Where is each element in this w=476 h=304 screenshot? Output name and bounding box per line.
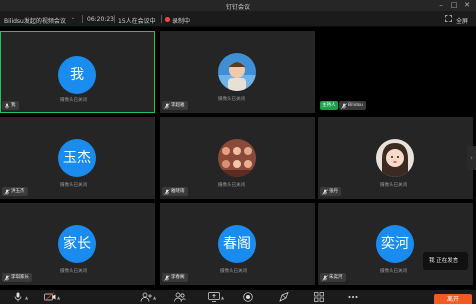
profile-photo-icon [218, 53, 256, 91]
profile-photo-icon [218, 139, 256, 177]
more-icon[interactable] [347, 292, 359, 302]
participant-nametag: 雅晓雨 [162, 187, 188, 196]
speaking-indicator: 我 正在发言 [423, 252, 468, 270]
microphone-muted-icon [164, 274, 170, 281]
participant-nametag: 李琪家长 [2, 273, 32, 282]
more-apps-icon[interactable] [313, 292, 325, 302]
avatar: 玉杰 [58, 139, 96, 177]
microphone-muted-icon [4, 274, 10, 281]
participant-tile[interactable]: 家长 摄像头已关闭 李琪家长 [0, 203, 155, 285]
camera-off-text: 摄像头已关闭 [218, 183, 245, 188]
avatar: 春阁 [218, 225, 256, 263]
avatar [218, 53, 256, 91]
participant-name: 张丹 [329, 189, 338, 194]
recording-dot-icon [165, 17, 170, 22]
camera-off-text: 摄像头已关闭 [60, 269, 87, 274]
camera-icon[interactable] [44, 292, 56, 302]
microphone-muted-icon [4, 188, 10, 195]
avatar [376, 139, 414, 177]
participant-nametag: 我 [2, 101, 19, 110]
participant-nametag: 李超雅 [162, 101, 188, 110]
avatar: 家长 [58, 225, 96, 263]
participant-name: 李琪家长 [11, 275, 29, 280]
participant-name: Bilidsu [348, 103, 363, 108]
fullscreen-label[interactable]: 全屏 [456, 16, 468, 25]
microphone-muted-icon [322, 274, 328, 281]
participant-tile[interactable]: 摄像头已关闭 雅晓雨 [160, 117, 315, 199]
meeting-name[interactable]: Bilidsu发起的视频会议 [4, 16, 66, 25]
participant-tile[interactable]: 我 摄像头已关闭 我 [0, 31, 155, 113]
minimize-icon[interactable]: – [436, 1, 446, 10]
chevron-up-icon[interactable]: ▲ [221, 295, 224, 300]
camera-off-text: 摄像头已关闭 [60, 98, 87, 103]
chevron-up-icon[interactable]: ▲ [153, 295, 156, 300]
microphone-muted-icon [164, 188, 170, 195]
participant-name: 朱奕河 [329, 275, 343, 280]
participant-tile[interactable]: 玉杰 摄像头已关闭 洪玉杰 [0, 117, 155, 199]
camera-off-text: 摄像头已关闭 [60, 183, 87, 188]
participant-nametag: 朱奕河 [320, 273, 346, 282]
avatar: 我 [58, 56, 96, 94]
profile-photo-icon [376, 139, 414, 177]
avatar [218, 139, 256, 177]
participant-name: 李春阁 [171, 275, 185, 280]
participant-name: 洪玉杰 [11, 189, 25, 194]
close-icon[interactable]: ✕ [462, 1, 472, 10]
fullscreen-icon[interactable] [445, 15, 452, 22]
participant-nametag: 张丹 [320, 187, 341, 196]
participant-tile[interactable]: 奕河 摄像头已关闭 朱奕河 [318, 203, 473, 285]
participant-name: 雅晓雨 [171, 189, 185, 194]
participant-nametag: Bilidsu [339, 101, 366, 110]
add-participant-icon[interactable] [140, 292, 152, 302]
participant-tile[interactable]: 摄像头已关闭 李超雅 [160, 31, 315, 113]
avatar: 奕河 [376, 225, 414, 263]
meeting-timer: 06:20:23 [87, 16, 114, 23]
window-title: 钉钉会议 [225, 4, 250, 11]
participants-icon[interactable] [174, 292, 186, 302]
microphone-muted-icon [322, 188, 328, 195]
camera-off-text: 摄像头已关闭 [380, 183, 407, 188]
divider [82, 15, 83, 23]
participant-tile[interactable]: 摄像头已关闭 张丹 [318, 117, 473, 199]
microphone-muted-icon [164, 102, 170, 109]
divider [114, 15, 115, 23]
window-title-bar: 钉钉会议 – □ ✕ [0, 0, 476, 11]
interact-icon[interactable] [278, 292, 290, 302]
participant-tile[interactable]: 春阁 摄像头已关闭 李春阁 [160, 203, 315, 285]
camera-off-text: 摄像头已关闭 [218, 97, 245, 102]
microphone-icon[interactable] [12, 292, 24, 302]
microphone-icon [4, 103, 10, 109]
chevron-down-icon[interactable]: ⌄ [71, 15, 75, 21]
divider [161, 15, 162, 23]
next-page-arrow-icon[interactable]: › [467, 146, 476, 170]
participant-nametag: 洪玉杰 [2, 187, 28, 196]
speaking-text: 我 正在发言 [429, 258, 459, 264]
participant-nametag: 李春阁 [162, 273, 188, 282]
chevron-up-icon[interactable]: ▲ [25, 295, 28, 300]
participant-tile[interactable]: 主持人 Bilidsu [318, 31, 473, 113]
participant-count[interactable]: 15人在会议中 [118, 16, 156, 25]
host-badge: 主持人 [320, 101, 338, 110]
recording-status[interactable]: 录制中 [172, 16, 190, 25]
microphone-muted-icon [341, 102, 347, 109]
meeting-toolbar: ▲ ▲ ▲ ▲ [0, 290, 476, 304]
leave-meeting-button[interactable]: 离开 [434, 294, 472, 304]
record-icon[interactable] [242, 292, 254, 302]
participant-name: 我 [11, 103, 16, 108]
maximize-icon[interactable]: □ [449, 1, 459, 10]
camera-off-text: 摄像头已关闭 [220, 269, 247, 274]
participant-name: 李超雅 [171, 103, 185, 108]
screen-share-icon[interactable] [208, 292, 220, 302]
chevron-up-icon[interactable]: ▲ [57, 295, 60, 300]
meeting-info-bar: Bilidsu发起的视频会议 ⌄ 06:20:23 15人在会议中 录制中 全屏 [0, 11, 476, 27]
camera-off-text: 摄像头已关闭 [380, 269, 407, 274]
